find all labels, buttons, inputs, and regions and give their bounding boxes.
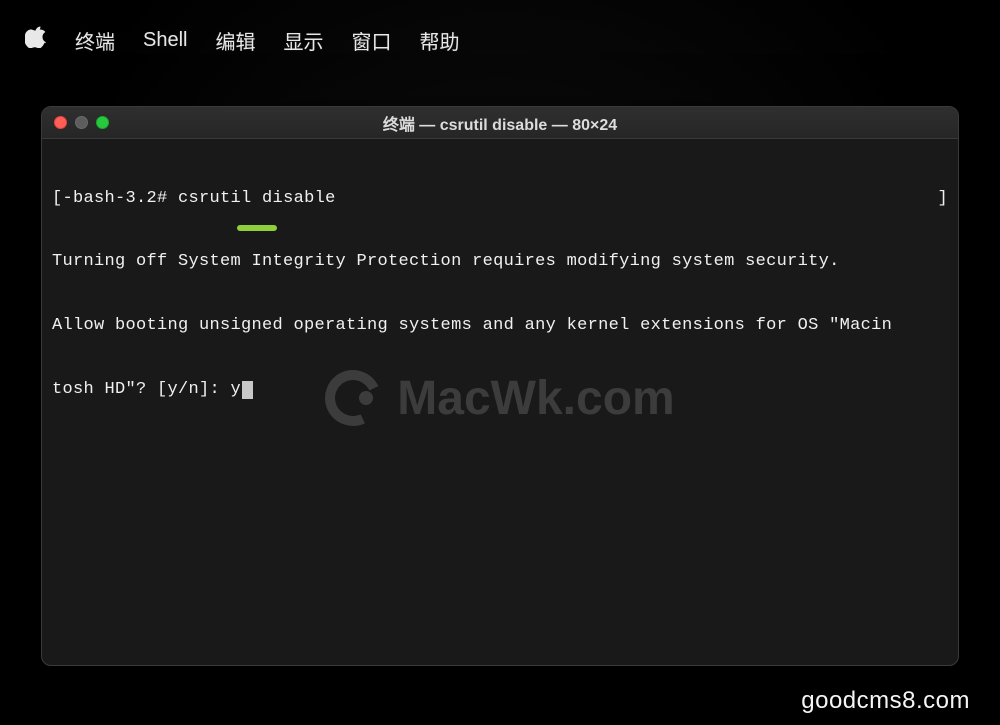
menubar-item-help[interactable]: 帮助 (419, 26, 459, 55)
maximize-button[interactable] (96, 116, 109, 129)
terminal-line-3: Allow booting unsigned operating systems… (52, 315, 948, 336)
terminal-body[interactable]: ][-bash-3.2# csrutil disable Turning off… (42, 139, 958, 449)
shell-command: csrutil disable (178, 189, 336, 208)
cursor-icon (242, 381, 253, 399)
menubar-item-shell[interactable]: Shell (143, 29, 187, 52)
menubar: 终端 Shell 编辑 显示 窗口 帮助 (0, 20, 1000, 60)
window-title: 终端 — csrutil disable — 80×24 (42, 111, 958, 135)
close-button[interactable] (54, 116, 67, 129)
menubar-item-window[interactable]: 窗口 (351, 26, 391, 55)
footer-attribution: goodcms8.com (801, 687, 970, 715)
terminal-line-1: ][-bash-3.2# csrutil disable (52, 188, 948, 209)
minimize-button[interactable] (75, 116, 88, 129)
terminal-line-2: Turning off System Integrity Protection … (52, 251, 948, 272)
apple-menu-icon[interactable] (25, 26, 47, 54)
green-underline-mark (237, 225, 277, 231)
terminal-window: 终端 — csrutil disable — 80×24 ][-bash-3.2… (41, 106, 959, 666)
terminal-right-bracket: ] (937, 188, 948, 209)
prompt-question: tosh HD"? [y/n]: (52, 380, 231, 399)
traffic-lights (54, 116, 109, 129)
menubar-item-view[interactable]: 显示 (283, 26, 323, 55)
terminal-line-4: tosh HD"? [y/n]: y (52, 379, 948, 400)
menubar-item-app[interactable]: 终端 (75, 26, 115, 55)
menubar-item-edit[interactable]: 编辑 (215, 26, 255, 55)
window-titlebar[interactable]: 终端 — csrutil disable — 80×24 (42, 107, 958, 139)
user-input: y (231, 380, 242, 399)
shell-prompt: -bash-3.2# (63, 189, 179, 208)
